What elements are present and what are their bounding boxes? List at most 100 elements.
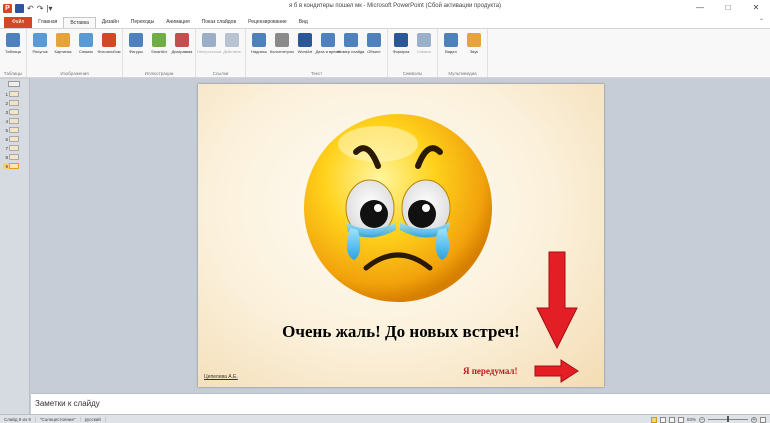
picture-button[interactable]: Рисунок <box>29 31 51 54</box>
screenshot-icon <box>79 33 93 47</box>
zoom-slider[interactable] <box>708 416 748 422</box>
slide-thumbnail[interactable]: 2 <box>3 100 19 106</box>
slide-thumbnail-image <box>9 154 19 160</box>
undo-icon[interactable]: ↶ <box>27 4 34 13</box>
wordart-button[interactable]: WordArt <box>294 31 316 54</box>
datetime-icon <box>321 33 335 47</box>
next-arrow-icon[interactable] <box>533 359 579 383</box>
minimize-button[interactable]: — <box>686 0 714 16</box>
audio-icon <box>467 33 481 47</box>
ribbon-group-label: Иллюстрации <box>144 71 174 76</box>
redo-icon[interactable]: ↷ <box>37 4 44 13</box>
slide-editor: Очень жаль! До новых встреч! Цепелева А.… <box>31 79 770 392</box>
tab-animations[interactable]: Анимация <box>160 17 195 28</box>
notes-pane[interactable]: Заметки к слайду <box>31 393 770 414</box>
header-footer-button[interactable]: Колонтитулы <box>270 31 294 54</box>
fit-slide-icon[interactable] <box>760 416 766 423</box>
powerpoint-window: P ↶ ↷ |▾ я б в кондитеры пошел мк - Micr… <box>0 0 770 423</box>
header-footer-icon <box>275 33 289 47</box>
ribbon-button-label: Действие <box>223 49 241 54</box>
object-button[interactable]: Объект <box>363 31 385 54</box>
audio-button[interactable]: Звук <box>463 31 485 54</box>
ribbon-button-label: Формула <box>392 49 410 54</box>
clipart-icon <box>56 33 70 47</box>
slide-thumbnail[interactable]: 9 <box>3 163 19 169</box>
photo-album-button[interactable]: Фотоальбом <box>97 31 121 54</box>
ribbon-button-label: Диаграмма <box>171 49 193 54</box>
language-indicator[interactable]: русский <box>81 416 106 422</box>
slide-thumbnail[interactable]: 7 <box>3 145 19 151</box>
table-icon <box>6 33 20 47</box>
video-button[interactable]: Видео <box>440 31 462 54</box>
zoom-out-icon[interactable]: − <box>699 416 705 423</box>
textbox-button[interactable]: Надпись <box>248 31 270 54</box>
slide-thumbnail[interactable]: 8 <box>3 154 19 160</box>
save-icon[interactable] <box>15 3 24 13</box>
ribbon-group: Формула Символ Символы <box>388 29 438 77</box>
smartart-button[interactable]: SmartArt <box>148 31 170 54</box>
tab-view[interactable]: Вид <box>293 17 314 28</box>
ribbon-button-label: Фигуры <box>129 49 143 54</box>
normal-view-icon[interactable] <box>650 416 657 423</box>
slide-thumbnail-number: 8 <box>5 154 8 160</box>
slide-number-button[interactable]: Номер слайда <box>338 31 364 54</box>
ribbon-group-label: Текст <box>310 71 323 76</box>
slide-thumbnail-image <box>9 136 19 142</box>
tab-insert[interactable]: Вставка <box>63 17 96 28</box>
close-button[interactable]: ✕ <box>742 0 770 16</box>
zoom-level[interactable]: 83% <box>687 417 696 422</box>
changed-mind-link[interactable]: Я передумал! <box>463 366 517 376</box>
symbol-button[interactable]: Символ <box>413 31 435 54</box>
slide-thumbnail-number: 9 <box>5 163 8 169</box>
theme-name: "Солнцестояние" <box>36 416 81 422</box>
table-button[interactable]: Таблица <box>2 31 24 54</box>
slide-author: Цепелева А.Е. <box>204 374 238 380</box>
zoom-in-icon[interactable]: + <box>751 416 757 423</box>
slide-thumbnail-image <box>9 118 19 124</box>
slide-thumbnail[interactable]: 1 <box>3 91 19 97</box>
notes-placeholder[interactable]: Заметки к слайду <box>35 399 100 408</box>
slide-thumbnail[interactable]: 3 <box>3 109 19 115</box>
action-icon <box>225 33 239 47</box>
clipart-button[interactable]: Картинка <box>52 31 74 54</box>
maximize-button[interactable]: □ <box>714 0 742 16</box>
object-icon <box>367 33 381 47</box>
slide-thumbnail[interactable]: 4 <box>3 118 19 124</box>
slide-thumbnail[interactable]: 5 <box>3 127 19 133</box>
ribbon-group: Надпись Колонтитулы WordArt Дата и время Ном… <box>246 29 388 77</box>
zoom-slider-thumb[interactable] <box>727 416 729 422</box>
slide[interactable]: Очень жаль! До новых встреч! Цепелева А.… <box>198 84 604 387</box>
tab-slideshow[interactable]: Показ слайдов <box>196 17 242 28</box>
slide-thumbnail-image <box>9 109 19 115</box>
slide-thumbnail-image <box>9 91 19 97</box>
ribbon-collapse-icon[interactable]: ⌃ <box>759 18 764 25</box>
slide-thumbnail-number: 6 <box>5 136 8 142</box>
ribbon-group: Видео Звук Мультимедиа <box>438 29 488 77</box>
ribbon-group: Таблица Таблицы <box>0 29 27 77</box>
tab-review[interactable]: Рецензирование <box>242 17 293 28</box>
hyperlink-button[interactable]: Гиперссылка <box>197 31 221 54</box>
chart-button[interactable]: Диаграмма <box>171 31 193 54</box>
tab-home[interactable]: Главная <box>32 17 63 28</box>
shapes-button[interactable]: Фигуры <box>125 31 147 54</box>
ribbon-button-label: Картинка <box>54 49 72 54</box>
outline-view-icon[interactable] <box>8 81 20 87</box>
datetime-button[interactable]: Дата и время <box>316 31 340 54</box>
action-button[interactable]: Действие <box>221 31 243 54</box>
powerpoint-logo-icon[interactable]: P <box>3 3 12 13</box>
slide-thumbnail-image <box>9 100 19 106</box>
ribbon-group-label: Мультимедиа <box>448 71 477 76</box>
tab-file[interactable]: Файл <box>4 17 33 28</box>
shapes-icon <box>129 33 143 47</box>
equation-button[interactable]: Формула <box>390 31 412 54</box>
customize-qat-icon[interactable]: |▾ <box>46 4 52 13</box>
slide-thumbnail[interactable]: 6 <box>3 136 19 142</box>
ribbon-button-label: Звук <box>469 49 479 54</box>
tab-transitions[interactable]: Переходы <box>125 17 160 28</box>
ribbon-button-label: Надпись <box>251 49 267 54</box>
reading-view-icon[interactable] <box>668 416 675 423</box>
tab-design[interactable]: Дизайн <box>96 17 125 28</box>
slide-sorter-view-icon[interactable] <box>659 416 666 423</box>
slideshow-view-icon[interactable] <box>677 416 684 423</box>
screenshot-button[interactable]: Снимок <box>75 31 97 54</box>
